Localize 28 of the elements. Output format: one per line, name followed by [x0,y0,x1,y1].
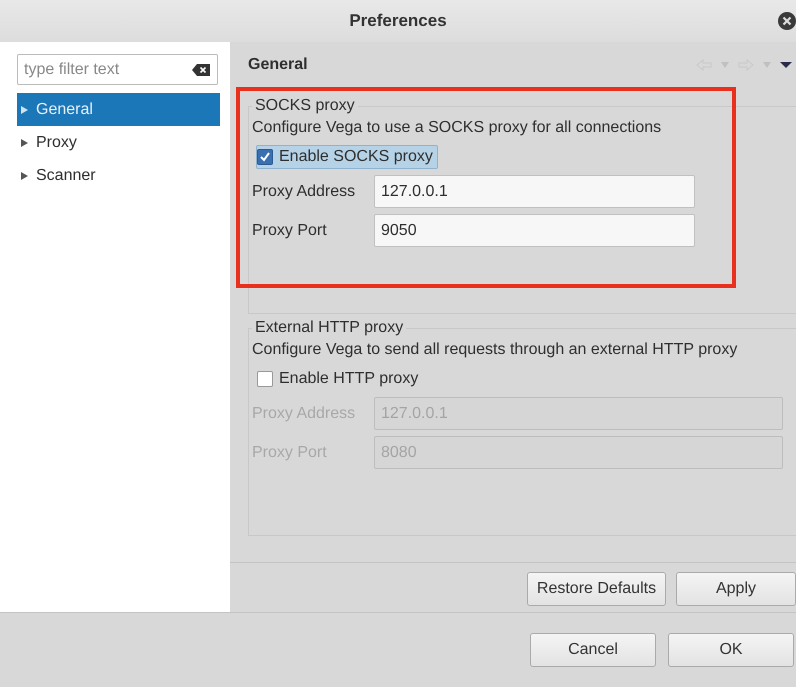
field-label: Proxy Address [252,182,356,200]
expand-arrow-icon[interactable] [21,172,28,180]
checkbox[interactable] [257,371,273,387]
tree-item[interactable]: Proxy [17,126,220,159]
page-title: General [248,56,308,74]
group-title: SOCKS proxy [252,97,358,115]
page-button[interactable]: Apply [676,572,796,606]
dialog-button[interactable]: OK [668,633,794,667]
checkbox[interactable] [257,149,273,165]
dialog-button[interactable]: Cancel [530,633,656,667]
expand-arrow-icon[interactable] [21,138,28,146]
group-title: External HTTP proxy [252,319,406,337]
checkbox-row[interactable]: Enable HTTP proxy [256,367,424,391]
text-field[interactable]: 127.0.0.1 [374,175,695,208]
field-label: Proxy Port [252,222,328,240]
filter-field[interactable]: type filter text [17,54,218,85]
tree-item[interactable]: Scanner [17,159,220,192]
clear-icon[interactable] [192,64,210,76]
expand-arrow-icon[interactable] [21,106,28,114]
tree-item[interactable]: General [17,93,220,126]
menu-icon[interactable] [780,61,792,69]
checkbox-row[interactable]: Enable SOCKS proxy [256,145,438,169]
description-text: Configure Vega to send all requests through an external HTTP proxy [252,340,738,360]
text-field[interactable]: 9050 [374,214,695,247]
page-button[interactable]: Restore Defaults [527,572,666,606]
close-icon[interactable] [778,12,796,30]
window-title: Preferences [349,11,447,31]
description-text: Configure Vega to use a SOCKS proxy for all connections [252,118,662,138]
